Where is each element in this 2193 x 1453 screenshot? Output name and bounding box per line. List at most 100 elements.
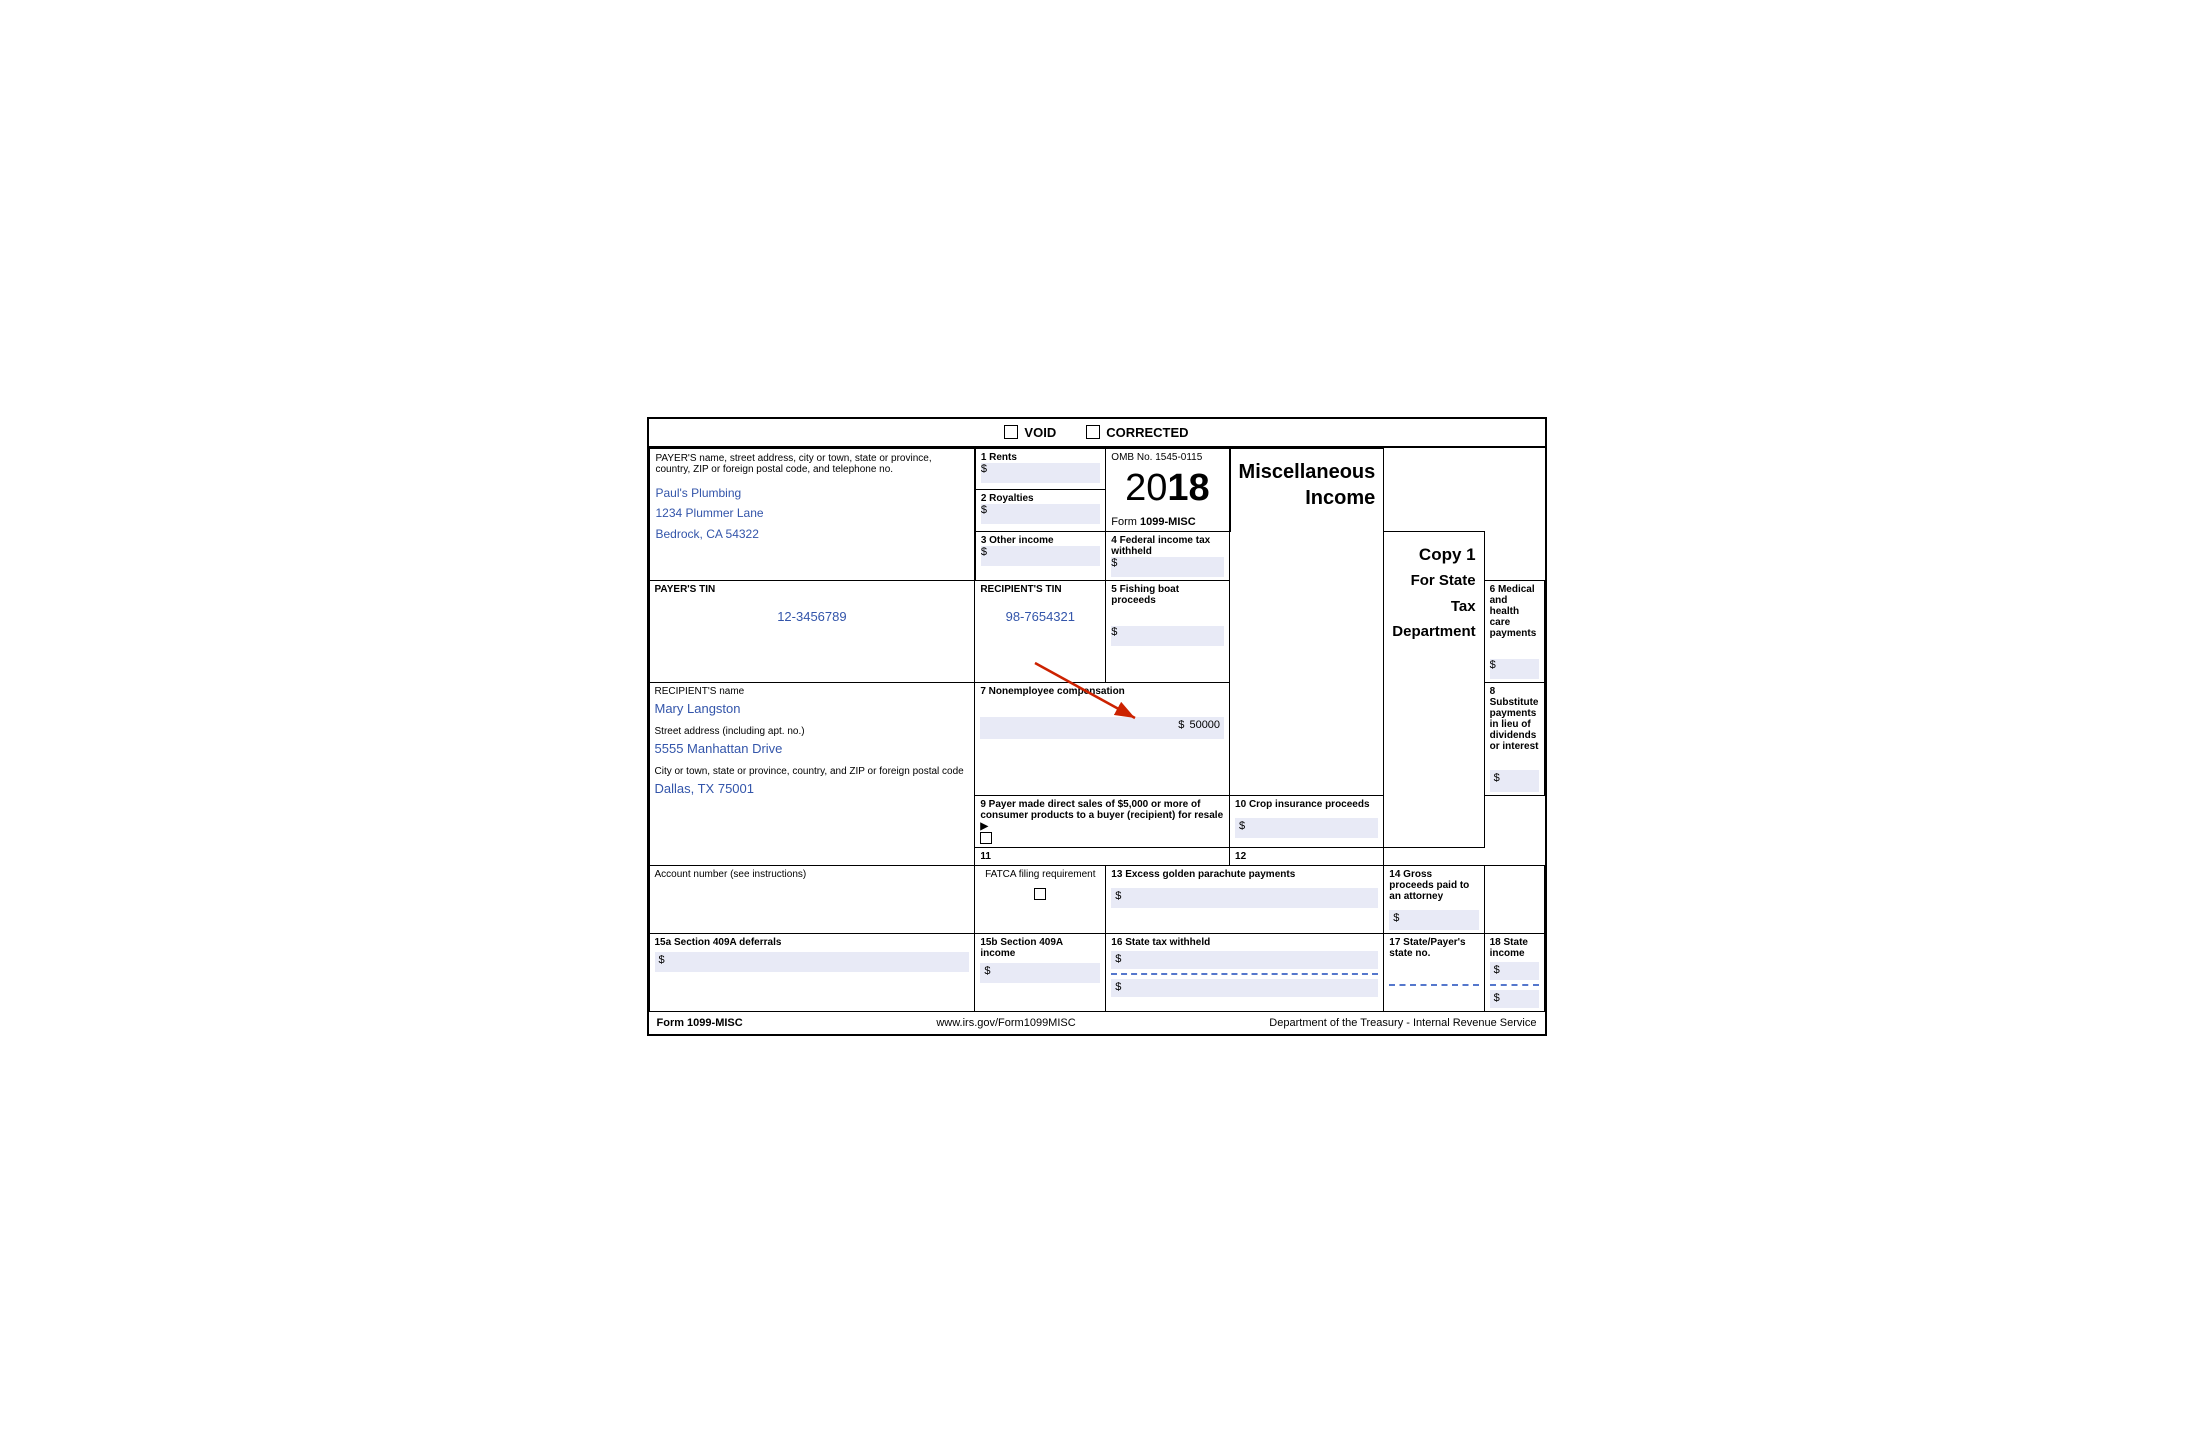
recipient-name-value: Mary Langston <box>655 701 970 716</box>
corrected-checkbox-item[interactable]: CORRECTED <box>1086 425 1188 440</box>
excess-value[interactable]: $ <box>1111 888 1378 908</box>
box12-cell: 12 <box>1230 848 1384 866</box>
15a-cell: 15a Section 409A deferrals $ <box>649 934 975 1012</box>
payer-tin-value: 12-3456789 <box>655 609 970 632</box>
other-income-value[interactable]: $ <box>981 546 1100 566</box>
copy-cell: Copy 1 For State Tax Department <box>1384 531 1484 847</box>
federal-label: 4 Federal income tax withheld <box>1111 535 1224 557</box>
crop-label: 10 Crop insurance proceeds <box>1235 799 1378 810</box>
state-tax-cell: 16 State tax withheld $ $ <box>1106 934 1384 1012</box>
substitute-cell: 8 Substitute payments in lieu of dividen… <box>1484 682 1544 795</box>
nonemployee-label: 7 Nonemployee compensation <box>980 686 1224 697</box>
void-checkbox-item[interactable]: VOID <box>1004 425 1056 440</box>
year-display: 2018 <box>1111 467 1223 510</box>
state-no-cell: 17 State/Payer's state no. <box>1384 934 1484 1012</box>
footer-dept: Department of the Treasury - Internal Re… <box>1269 1017 1536 1029</box>
payer-label: PAYER'S name, street address, city or to… <box>656 453 968 475</box>
street-value: 5555 Manhattan Drive <box>655 741 970 756</box>
direct-sales-label: 9 Payer made direct sales of $5,000 or m… <box>980 799 1224 832</box>
payer-name: Paul's Plumbing <box>656 483 968 503</box>
direct-sales-checkbox[interactable] <box>980 832 992 844</box>
gross-label: 14 Gross proceeds paid to an attorney <box>1389 869 1478 902</box>
box12-label: 12 <box>1235 851 1378 862</box>
state-income-value-2[interactable]: $ <box>1490 990 1539 1008</box>
void-checkbox[interactable] <box>1004 425 1018 439</box>
street-label: Street address (including apt. no.) <box>655 726 970 737</box>
recipient-cell: RECIPIENT'S name Mary Langston Street ad… <box>649 682 975 865</box>
recipient-tin-label: RECIPIENT'S TIN <box>980 584 1100 595</box>
void-label: VOID <box>1024 425 1056 440</box>
corrected-label: CORRECTED <box>1106 425 1188 440</box>
state-tax-value-2[interactable]: $ <box>1111 979 1378 997</box>
15b-value[interactable]: $ <box>980 963 1100 983</box>
15b-cell: 15b Section 409A income $ <box>975 934 1106 1012</box>
rents-label: 1 Rents <box>981 452 1100 463</box>
15b-label: 15b Section 409A income <box>980 937 1100 959</box>
city-label: City or town, state or province, country… <box>655 766 970 777</box>
corrected-checkbox[interactable] <box>1086 425 1100 439</box>
account-value[interactable] <box>655 880 970 910</box>
footer-website: www.irs.gov/Form1099MISC <box>936 1017 1075 1029</box>
footer-form-label: Form 1099-MISC <box>657 1017 743 1029</box>
copy-label: Copy 1 For State Tax Department <box>1392 542 1475 644</box>
form-title-main: Miscellaneous Income <box>1239 459 1376 511</box>
fishing-cell: 5 Fishing boat proceeds $ <box>1106 580 1230 682</box>
fatca-checkbox[interactable] <box>1034 888 1046 900</box>
year-suffix: 18 <box>1167 467 1209 509</box>
crop-cell: 10 Crop insurance proceeds $ <box>1230 795 1384 847</box>
payer-cell: PAYER'S name, street address, city or to… <box>649 448 975 580</box>
rents-cell: 1 Rents $ <box>975 448 1106 490</box>
state-income-value-1[interactable]: $ <box>1490 962 1539 980</box>
royalties-value[interactable]: $ <box>981 504 1100 524</box>
15a-value[interactable]: $ <box>655 952 970 972</box>
title-cell: Miscellaneous Income <box>1230 448 1384 795</box>
recipient-tin-cell: RECIPIENT'S TIN 98-7654321 <box>975 580 1106 682</box>
nonemployee-amount: 50000 <box>1189 719 1220 731</box>
fatca-label: FATCA filing requirement <box>980 869 1100 880</box>
substitute-value[interactable]: $ <box>1490 770 1539 792</box>
state-tax-value-1[interactable]: $ <box>1111 951 1378 969</box>
royalties-label: 2 Royalties <box>981 493 1100 504</box>
royalties-cell: 2 Royalties $ <box>975 490 1106 532</box>
omb-cell: OMB No. 1545-0115 2018 Form 1099-MISC <box>1106 448 1230 531</box>
medical-cell: 6 Medical and health care payments $ <box>1484 580 1544 682</box>
nonemployee-cell: 7 Nonemployee compensation $ 50000 <box>975 682 1230 795</box>
omb-label: OMB No. 1545-0115 <box>1111 452 1223 463</box>
federal-cell: 4 Federal income tax withheld $ <box>1106 531 1230 580</box>
payer-tin-cell: PAYER'S TIN 12-3456789 <box>649 580 975 682</box>
recipient-tin-value: 98-7654321 <box>980 609 1100 632</box>
medical-label: 6 Medical and health care payments <box>1490 584 1539 639</box>
payer-address: 1234 Plummer Lane <box>656 503 968 523</box>
header-row: VOID CORRECTED <box>649 419 1545 448</box>
gross-value[interactable]: $ <box>1389 910 1478 930</box>
payer-tin-label: PAYER'S TIN <box>655 584 970 595</box>
fishing-value[interactable]: $ <box>1111 626 1224 646</box>
excess-cell: 13 Excess golden parachute payments $ <box>1106 866 1384 934</box>
box11-label: 11 <box>980 851 1224 862</box>
state-income-cell: 18 State income $ $ <box>1484 934 1544 1012</box>
state-tax-label: 16 State tax withheld <box>1111 937 1378 948</box>
account-label: Account number (see instructions) <box>655 869 970 880</box>
substitute-label: 8 Substitute payments in lieu of dividen… <box>1490 686 1539 752</box>
direct-sales-cell: 9 Payer made direct sales of $5,000 or m… <box>975 795 1230 847</box>
rents-value[interactable]: $ <box>981 463 1100 483</box>
form-misc-cell: Form 1099-MISC <box>1111 516 1223 528</box>
gross-cell: 14 Gross proceeds paid to an attorney $ <box>1384 866 1484 934</box>
footer: Form 1099-MISC www.irs.gov/Form1099MISC … <box>649 1012 1545 1034</box>
recipient-name-label: RECIPIENT'S name <box>655 686 970 697</box>
federal-value[interactable]: $ <box>1111 557 1224 577</box>
medical-value[interactable]: $ <box>1490 659 1539 679</box>
state-income-label: 18 State income <box>1490 937 1539 959</box>
15a-label: 15a Section 409A deferrals <box>655 937 970 948</box>
city-value: Dallas, TX 75001 <box>655 781 970 796</box>
account-cell: Account number (see instructions) <box>649 866 975 934</box>
box11-cell: 11 <box>975 848 1230 866</box>
other-income-cell: 3 Other income $ <box>975 531 1106 580</box>
state-no-value-1[interactable] <box>1389 962 1478 980</box>
year-prefix: 20 <box>1125 467 1167 509</box>
state-no-value-2[interactable] <box>1389 990 1478 1008</box>
crop-value[interactable]: $ <box>1235 818 1378 838</box>
nonemployee-value[interactable]: $ 50000 <box>980 717 1224 739</box>
other-income-label: 3 Other income <box>981 535 1100 546</box>
form-1099-misc: VOID CORRECTED PAYER'S name, street addr… <box>647 417 1547 1036</box>
